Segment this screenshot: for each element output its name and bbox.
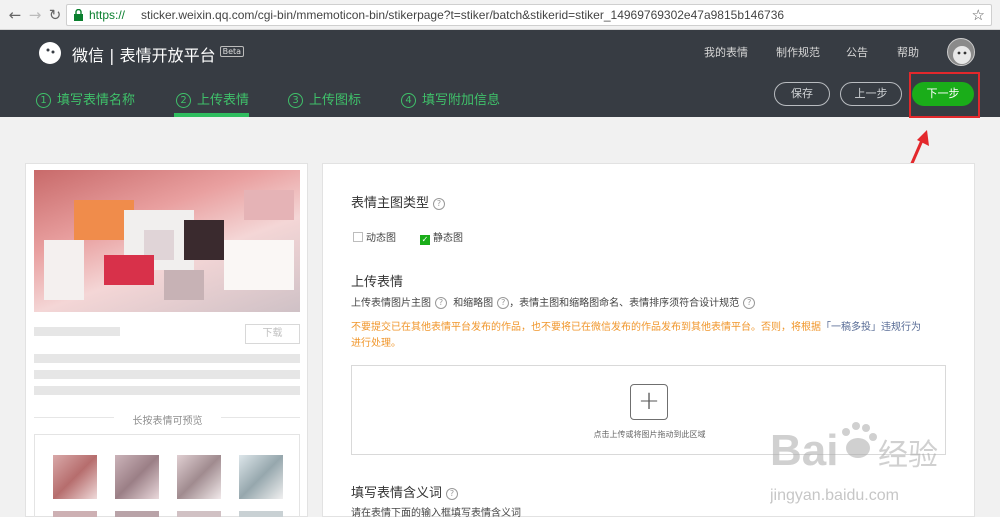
sticker-desc-line	[34, 370, 300, 379]
brand-title: 微信 | 表情开放平台 Beta	[72, 42, 245, 66]
address-bar[interactable]: https:// sticker.weixin.qq.com/cgi-bin/m…	[66, 4, 992, 26]
checkbox-static[interactable]: ✓	[420, 235, 430, 245]
option-static-label: 静态图	[433, 233, 463, 244]
sticker-thumb[interactable]	[177, 511, 221, 517]
sticker-thumb[interactable]	[239, 511, 283, 517]
meaning-section-title: 填写表情含义词?	[351, 482, 459, 501]
next-button-highlight	[909, 72, 980, 118]
help-icon[interactable]: ?	[743, 297, 756, 309]
warning-end: 进行处理。	[351, 338, 401, 349]
sticker-thumb[interactable]	[115, 455, 159, 499]
nav-guidelines[interactable]: 制作规范	[776, 44, 820, 60]
longpress-hint: 长按表情可预览	[132, 416, 203, 427]
url-text: sticker.weixin.qq.com/cgi-bin/mmemoticon…	[141, 8, 785, 22]
type-section-title: 表情主图类型?	[351, 192, 446, 211]
upload-desc-main: 上传表情图片主图	[351, 298, 431, 309]
plus-icon[interactable]: +	[630, 384, 668, 420]
step-4-label: 填写附加信息	[422, 93, 501, 108]
meaning-description: 请在表情下面的输入框填写表情含义词	[351, 508, 521, 517]
option-animated-label: 动态图	[366, 233, 396, 244]
sticker-thumb[interactable]	[239, 455, 283, 499]
avatar[interactable]	[947, 38, 975, 66]
sticker-title-placeholder	[34, 327, 120, 336]
step-2[interactable]: 2 上传表情	[176, 89, 249, 108]
sticker-grid	[34, 434, 300, 517]
watermark-brand2: 经验	[878, 438, 938, 473]
option-animated[interactable]: 动态图	[353, 229, 396, 244]
step-3-label: 上传图标	[309, 93, 362, 108]
baidu-watermark: Bai 经验 jingyan.baidu.com	[770, 422, 938, 504]
meaning-title-text: 填写表情含义词	[351, 486, 443, 501]
reload-icon[interactable]: ↻	[46, 6, 64, 24]
sticker-thumb[interactable]	[53, 455, 97, 499]
beta-badge: Beta	[219, 46, 245, 57]
violation-link[interactable]: 「一稿多投」违规行为	[821, 322, 921, 333]
lock-icon	[74, 9, 83, 21]
checkbox-animated[interactable]	[353, 232, 363, 242]
sticker-desc-line	[34, 386, 300, 395]
browser-toolbar: ← → ↻ https:// sticker.weixin.qq.com/cgi…	[0, 0, 1000, 30]
step-3[interactable]: 3 上传图标	[288, 89, 361, 108]
nav-announcements[interactable]: 公告	[846, 44, 868, 60]
brand-text: 微信 | 表情开放平台	[72, 46, 216, 65]
sticker-cover-image	[34, 170, 300, 312]
step-1-number: 1	[36, 93, 51, 108]
upload-description: 上传表情图片主图? 和缩略图? ，表情主图和缩略图命名、表情排序须符合设计规范?	[351, 294, 756, 309]
option-static[interactable]: ✓ 静态图	[420, 229, 463, 245]
save-button[interactable]: 保存	[774, 82, 830, 106]
sticker-thumb[interactable]	[115, 511, 159, 517]
watermark-site: jingyan.baidu.com	[770, 487, 899, 504]
upload-desc-rules: ，表情主图和缩略图命名、表情排序须符合设计规范	[509, 298, 740, 309]
url-scheme: https://	[89, 8, 126, 22]
user-avatar-icon	[953, 46, 971, 64]
step-3-number: 3	[288, 93, 303, 108]
upload-desc-thumb: 和缩略图	[453, 298, 494, 309]
download-button[interactable]: 下载	[245, 324, 300, 344]
paw-icon	[842, 422, 877, 458]
step-1[interactable]: 1 填写表情名称	[36, 89, 135, 108]
help-icon[interactable]: ?	[497, 297, 510, 309]
nav-help[interactable]: 帮助	[897, 44, 919, 60]
step-4-number: 4	[401, 93, 416, 108]
platform-header: 微信 | 表情开放平台 Beta 我的表情 制作规范 公告 帮助 1 填写表情名称 …	[0, 30, 1000, 118]
sticker-desc-line	[34, 354, 300, 363]
step-1-label: 填写表情名称	[57, 93, 136, 108]
help-icon[interactable]: ?	[435, 297, 447, 309]
wechat-logo-icon	[39, 42, 61, 64]
back-icon[interactable]: ←	[6, 6, 24, 24]
step-2-number: 2	[176, 93, 191, 108]
nav-my-stickers[interactable]: 我的表情	[704, 44, 748, 60]
bookmark-star-icon[interactable]: ☆	[972, 6, 985, 24]
sticker-thumb[interactable]	[177, 455, 221, 499]
warning-text: 不要提交已在其他表情平台发布的作品，也不要将已在微信发布的作品发布到其他表情平台…	[351, 320, 951, 352]
help-icon[interactable]: ?	[433, 198, 446, 210]
warning-main: 不要提交已在其他表情平台发布的作品，也不要将已在微信发布的作品发布到其他表情平台…	[351, 322, 821, 333]
forward-icon[interactable]: →	[26, 6, 44, 24]
step-2-label: 上传表情	[197, 93, 250, 108]
sticker-preview-panel: 下载 长按表情可预览	[25, 163, 308, 517]
prev-step-button[interactable]: 上一步	[840, 82, 902, 106]
help-icon[interactable]: ?	[446, 488, 459, 500]
type-title-text: 表情主图类型	[351, 196, 430, 211]
upload-section-title: 上传表情	[351, 275, 404, 290]
active-step-indicator	[174, 113, 249, 117]
sticker-thumb[interactable]	[53, 511, 97, 517]
step-4[interactable]: 4 填写附加信息	[401, 89, 500, 108]
divider	[221, 417, 300, 418]
watermark-brand: Bai	[770, 426, 838, 475]
